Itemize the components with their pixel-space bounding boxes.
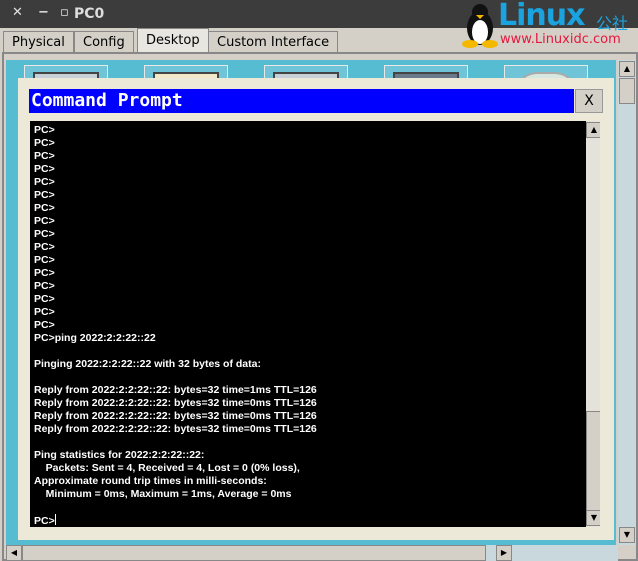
terminal-line: ​ <box>34 371 317 384</box>
scroll-right-icon[interactable]: ▶ <box>496 545 512 561</box>
close-icon[interactable]: ✕ <box>12 5 23 20</box>
terminal-line: PC> <box>34 202 55 214</box>
terminal-line: PC> <box>34 254 55 266</box>
terminal-line: ​ <box>34 436 317 449</box>
text-cursor <box>54 514 56 525</box>
terminal-line: PC> <box>34 163 55 175</box>
terminal-prompt: PC> <box>34 515 55 527</box>
terminal-line: Reply from 2022:2:2:22::22: bytes=32 tim… <box>34 384 317 396</box>
terminal-line: Packets: Sent = 4, Received = 4, Lost = … <box>34 462 300 474</box>
tab-bar: Physical Config Desktop Custom Interface <box>0 28 638 52</box>
terminal-scrollbar[interactable]: ▲ ▼ <box>586 121 600 527</box>
terminal-output[interactable]: PC> PC> PC> PC> PC> PC> PC> PC> PC> PC> PC> PC> PC> P… <box>30 121 600 527</box>
terminal-line: PC> <box>34 137 55 149</box>
scroll-up-icon[interactable]: ▲ <box>586 122 600 138</box>
dialog-close-button[interactable]: X <box>575 89 603 113</box>
terminal-line: Reply from 2022:2:2:22::22: bytes=32 tim… <box>34 410 317 422</box>
terminal-line: Ping statistics for 2022:2:2:22::22: <box>34 449 205 461</box>
terminal-line: Reply from 2022:2:2:22::22: bytes=32 tim… <box>34 423 317 435</box>
scroll-down-icon[interactable]: ▼ <box>619 527 635 543</box>
terminal-prompt-line: PC> <box>34 514 317 527</box>
scroll-thumb[interactable] <box>619 78 635 104</box>
terminal-line: PC>ping 2022:2:2:22::22 <box>34 332 156 344</box>
terminal-line: Pinging 2022:2:2:22::22 with 32 bytes of… <box>34 358 261 370</box>
desktop-horizontal-scrollbar[interactable]: ◀ ▶ <box>6 545 618 561</box>
terminal-line: PC> <box>34 228 55 240</box>
scroll-down-icon[interactable]: ▼ <box>586 510 600 526</box>
dialog-title: Command Prompt <box>29 89 574 113</box>
scroll-thumb[interactable] <box>22 545 486 561</box>
terminal-line: ​ <box>34 345 317 358</box>
window-title: PC0 <box>74 6 105 22</box>
tab-config[interactable]: Config <box>74 31 134 52</box>
terminal-line: PC> <box>34 293 55 305</box>
desktop-vertical-scrollbar[interactable]: ▲ ▼ <box>618 60 636 545</box>
maximize-icon[interactable]: ▫ <box>60 5 69 20</box>
terminal-line: PC> <box>34 319 55 331</box>
terminal-line: PC> <box>34 280 55 292</box>
terminal-line: PC> <box>34 241 55 253</box>
command-prompt-dialog: Command Prompt X PC> PC> PC> PC> PC> PC> PC> PC… <box>18 78 614 540</box>
terminal-line: ​ <box>34 501 317 514</box>
terminal-line: PC> <box>34 189 55 201</box>
terminal-line: PC> <box>34 215 55 227</box>
scroll-up-icon[interactable]: ▲ <box>619 61 635 77</box>
tab-custom-interface[interactable]: Custom Interface <box>208 31 339 52</box>
minimize-icon[interactable]: − <box>38 5 49 20</box>
terminal-line: Approximate round trip times in milli-se… <box>34 475 267 487</box>
tab-desktop[interactable]: Desktop <box>137 28 209 52</box>
tab-physical[interactable]: Physical <box>3 31 74 52</box>
terminal-line: Reply from 2022:2:2:22::22: bytes=32 tim… <box>34 397 317 409</box>
terminal-line: PC> <box>34 306 55 318</box>
terminal-line: PC> <box>34 267 55 279</box>
terminal-line: PC> <box>34 124 55 136</box>
terminal-line: PC> <box>34 176 55 188</box>
terminal-lines: PC> PC> PC> PC> PC> PC> PC> PC> PC> PC> PC> PC> PC> P… <box>34 124 317 527</box>
scroll-thumb[interactable] <box>586 411 600 511</box>
terminal-line: PC> <box>34 150 55 162</box>
terminal-line: Minimum = 0ms, Maximum = 1ms, Average = … <box>34 488 292 500</box>
scroll-left-icon[interactable]: ◀ <box>6 545 22 561</box>
